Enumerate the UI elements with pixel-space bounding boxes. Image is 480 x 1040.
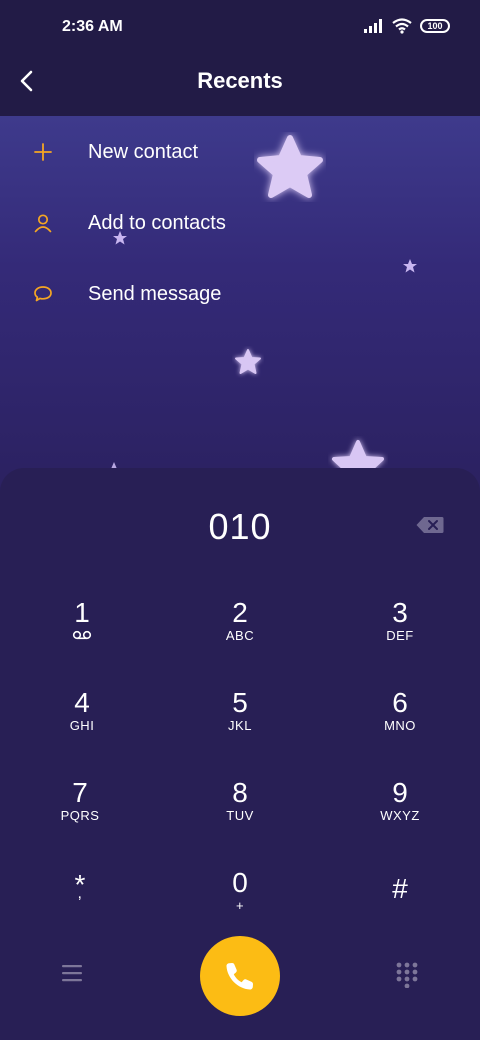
key-star[interactable]: * ,	[25, 870, 135, 946]
key-digit: 6	[392, 687, 408, 718]
plus-icon	[32, 141, 54, 163]
new-contact-label: New contact	[88, 140, 199, 163]
key-0[interactable]: 0 +	[185, 868, 295, 944]
battery-icon: 100	[420, 19, 450, 33]
key-digit: 0	[232, 867, 248, 898]
keypad-toggle-button[interactable]	[396, 962, 418, 989]
key-3[interactable]: 3 DEF	[345, 598, 455, 674]
key-digit: 4	[74, 687, 90, 718]
status-bar: 2:36 AM 100	[0, 0, 480, 56]
key-digit: 2	[232, 597, 248, 628]
key-5[interactable]: 5 JKL	[185, 688, 295, 764]
dialpad-icon	[396, 962, 418, 989]
key-letters: WXYZ	[380, 808, 420, 823]
voicemail-icon	[72, 630, 92, 640]
key-letters: PQRS	[60, 808, 100, 823]
key-digit: 5	[232, 687, 248, 718]
app-header: Recents	[0, 56, 480, 116]
key-7[interactable]: 7 PQRS	[25, 778, 135, 854]
key-1[interactable]: 1	[27, 598, 137, 674]
key-letters: MNO	[384, 718, 416, 733]
send-message-label: Send message	[88, 282, 222, 305]
call-button[interactable]	[200, 936, 280, 1016]
person-icon	[32, 212, 54, 234]
menu-button[interactable]	[62, 964, 84, 982]
key-4[interactable]: 4 GHI	[27, 688, 137, 764]
key-letters: ABC	[225, 628, 255, 643]
status-icons: 100	[364, 18, 450, 34]
backspace-icon	[416, 517, 444, 533]
key-letters: GHI	[69, 718, 95, 733]
key-digit: 7	[72, 777, 88, 808]
backspace-button[interactable]	[416, 516, 444, 536]
dialed-number-display[interactable]: 010	[0, 506, 480, 548]
key-letters: TUV	[226, 808, 254, 823]
key-digit: #	[392, 873, 408, 904]
key-digit: 8	[232, 777, 248, 808]
signal-icon	[364, 19, 382, 33]
key-digit: 1	[74, 597, 90, 628]
key-9[interactable]: 9 WXYZ	[345, 778, 455, 854]
key-6[interactable]: 6 MNO	[345, 688, 455, 764]
star-decoration	[232, 346, 264, 378]
chat-bubble-icon	[32, 283, 54, 305]
key-8[interactable]: 8 TUV	[185, 778, 295, 854]
key-letters: JKL	[228, 718, 252, 733]
recents-content: New contact Add to contacts Send message	[0, 116, 480, 496]
key-digit: 3	[392, 597, 408, 628]
page-title: Recents	[197, 68, 283, 93]
key-2[interactable]: 2 ABC	[185, 598, 295, 674]
new-contact-item[interactable]: New contact	[0, 122, 480, 182]
hamburger-menu-icon	[62, 965, 82, 982]
status-time: 2:36 AM	[62, 18, 123, 35]
phone-icon	[226, 963, 253, 990]
key-letters: +	[235, 898, 245, 913]
wifi-icon	[392, 18, 412, 34]
key-letters: ,	[77, 885, 83, 902]
add-to-contacts-item[interactable]: Add to contacts	[0, 193, 480, 253]
bottom-bar	[0, 936, 480, 1016]
key-digit: 9	[392, 777, 408, 808]
key-letters: DEF	[386, 628, 414, 643]
add-to-contacts-label: Add to contacts	[88, 211, 226, 234]
send-message-item[interactable]: Send message	[0, 264, 480, 324]
